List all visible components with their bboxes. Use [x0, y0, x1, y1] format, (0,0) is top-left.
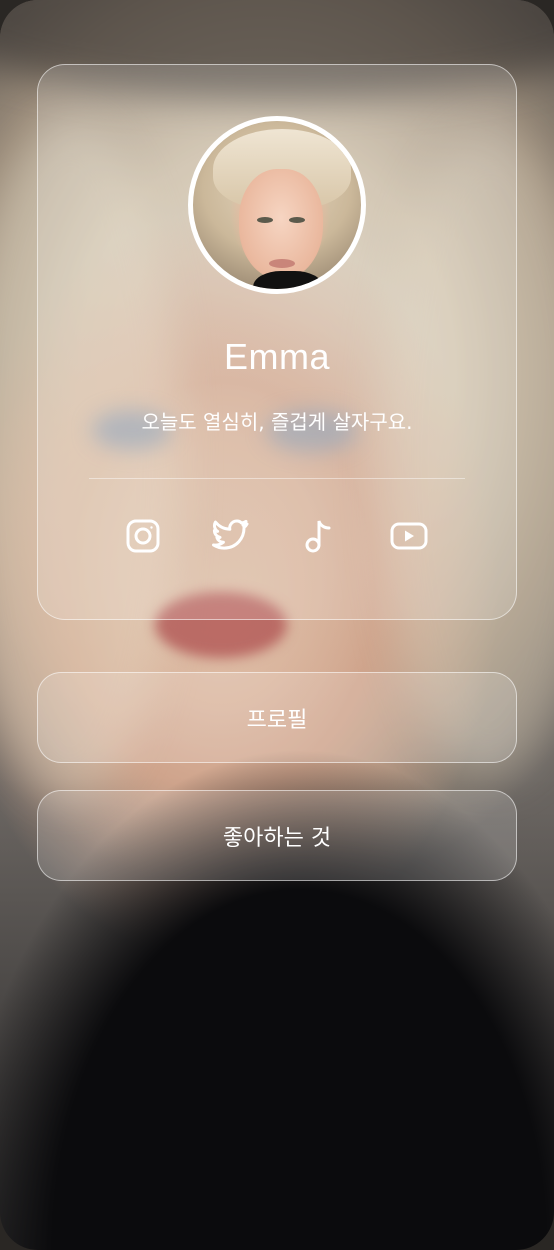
profile-bio: 오늘도 열심히, 즐겁게 살자구요. — [141, 410, 413, 434]
link-in-bio-page: Emma 오늘도 열심히, 즐겁게 살자구요. 프로필 좋아하는 것 — [0, 0, 554, 1250]
tiktok-icon[interactable] — [300, 517, 338, 555]
likes-button[interactable]: 좋아하는 것 — [37, 790, 517, 881]
profile-button-label: 프로필 — [246, 707, 308, 733]
profile-name: Emma — [223, 336, 330, 377]
divider — [89, 478, 465, 479]
twitter-icon[interactable] — [212, 517, 250, 555]
avatar — [188, 116, 366, 294]
likes-button-label: 좋아하는 것 — [222, 825, 332, 851]
profile-button[interactable]: 프로필 — [37, 672, 517, 763]
instagram-icon[interactable] — [124, 517, 162, 555]
youtube-icon[interactable] — [390, 517, 428, 555]
